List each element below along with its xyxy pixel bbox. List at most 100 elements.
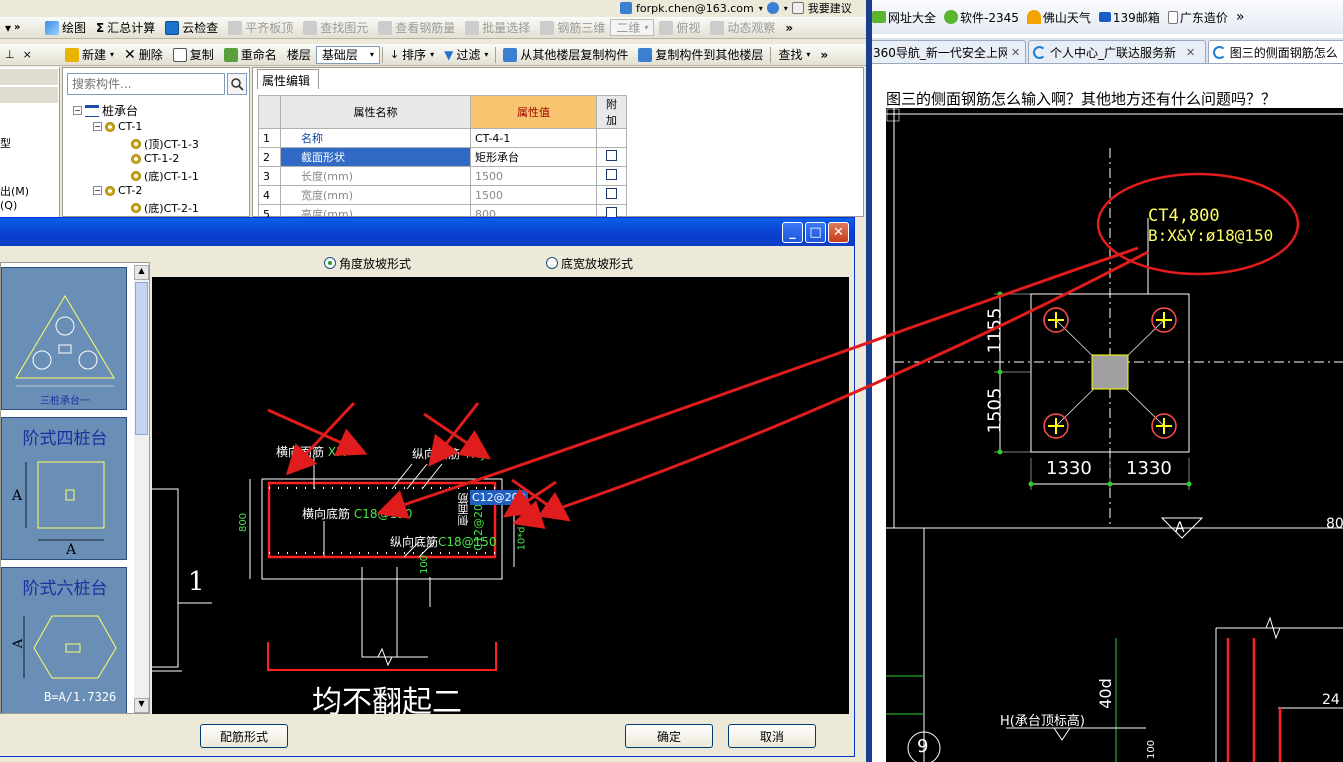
tab-360-nav[interactable]: 360导航_新一代安全上网 ✕ [868,40,1026,63]
collapse-icon[interactable]: − [73,106,82,115]
new-button[interactable]: 新建 ▾ [60,45,119,65]
property-header-row: 属性名称 属性值 附加 [258,95,627,129]
notice-icon[interactable] [766,2,779,14]
tab-question[interactable]: 图三的侧面钢筋怎么 [1208,40,1343,63]
close-tab-icon[interactable]: ✕ [1186,46,1195,59]
property-row[interactable]: 4 宽度(mm) 1500 [258,185,627,205]
property-panel: 属性编辑 属性名称 属性值 附加 1 名称 CT-4-1 2 截面形状 矩形承台 [252,67,864,224]
thumb-three-pile[interactable]: 三桩承台一 [1,267,127,410]
feedback-icon [791,2,804,14]
question-attachment-image[interactable]: CT4,800 B:X&Y:ø18@150 1155 1505 1330 133… [886,108,1343,762]
tree-node-ct1-2[interactable]: CT-1-2 [131,152,179,165]
search-button[interactable]: 查找 ▾ [773,45,815,65]
scroll-down-icon[interactable]: ▼ [134,698,149,713]
find-element-button[interactable]: 查找图元 [298,18,373,38]
tree-root[interactable]: − 桩承台 [73,102,138,119]
strip-item-m[interactable]: 出(M) [0,183,29,199]
orbit-icon [710,20,725,35]
tab-user-center[interactable]: 个人中心_广联达服务新 ✕ [1028,40,1206,63]
copy-button[interactable]: 复制 [168,45,219,65]
flush-top-button[interactable]: 平齐板顶 [223,18,298,38]
scroll-thumb[interactable] [135,282,148,435]
rebar-config-dialog: _ □ ✕ 角度放坡形式 底宽放坡形式 三桩承台一 阶式四桩台 A A 阶式六桩… [0,217,855,757]
new-icon [65,47,79,62]
strip-item-q[interactable]: (Q) [0,199,17,212]
dim-40d: 40d [1095,678,1115,709]
toolbar2-more[interactable]: » [815,45,833,65]
side-rebar-input[interactable]: C12@200 [470,490,528,505]
rebar-form-button[interactable]: 配筋形式 [200,724,288,748]
toolbar-overflow[interactable]: ▾ » [0,18,40,38]
property-value-width[interactable]: 1500 [470,185,597,205]
close-tab-icon[interactable]: ✕ [1011,46,1020,59]
collapse-icon[interactable]: − [93,186,102,195]
filter-button[interactable]: ▼ 过滤 ▾ [439,45,493,65]
feedback-link[interactable]: 我要建议 [808,0,852,16]
maximize-icon[interactable]: □ [805,222,826,243]
copy-from-floor-button[interactable]: 从其他楼层复制构件 [498,45,633,65]
fav-mail[interactable]: 139邮箱 [1095,9,1164,26]
fav-guangdong-cost[interactable]: 广东造价 [1164,9,1232,26]
floor-label: 楼层 [286,48,311,62]
summary-calc-button[interactable]: Σ 汇总计算 [91,18,160,38]
tree-node-ct1-3[interactable]: (顶)CT-1-3 [131,136,199,152]
rebar-section-preview[interactable]: 横向面筋 XM 纵向面筋 YMJ 横向底筋 C18@150 纵向底筋C18@15… [152,277,849,714]
view-rebar-button[interactable]: 查看钢筋量 [373,18,460,38]
ok-button[interactable]: 确定 [625,724,713,748]
rename-button[interactable]: 重命名 [219,45,282,65]
search-icon[interactable] [227,73,247,95]
pin-icon[interactable]: ⊥ [5,48,15,61]
radio-width[interactable]: 底宽放坡形式 [546,255,633,272]
tree-node-ct1-1[interactable]: (底)CT-1-1 [131,168,199,184]
find-icon [303,20,318,35]
extra-checkbox[interactable] [606,188,617,199]
fav-weather[interactable]: 佛山天气 [1023,9,1095,26]
cloud-check-button[interactable]: 云检查 [160,18,223,38]
thumb-six-pile[interactable]: 阶式六桩台 A B=A/1.7326 [1,567,127,713]
extra-checkbox[interactable] [606,169,617,180]
tree-node-ct2[interactable]: − CT-2 [93,184,142,197]
toolbar-more[interactable]: » [780,18,798,38]
copy-to-floor-button[interactable]: 复制构件到其他楼层 [633,45,768,65]
property-value-shape[interactable]: 矩形承台 [470,147,597,167]
radio-angle[interactable]: 角度放坡形式 [324,255,411,272]
floor-select[interactable]: 基础层 ▾ [315,45,380,64]
thumb-four-pile[interactable]: 阶式四桩台 A A [1,417,127,560]
view-2d-select[interactable]: 二维 ▾ [610,19,655,36]
tab-property-edit[interactable]: 属性编辑 [257,69,319,89]
extra-checkbox[interactable] [606,150,617,161]
user-email[interactable]: forpk.chen@163.com [636,2,754,15]
scroll-up-icon[interactable]: ▲ [134,265,149,280]
favorites-more[interactable]: » [1232,9,1249,25]
property-row[interactable]: 3 长度(mm) 1500 [258,166,627,186]
collapse-icon[interactable]: − [93,122,102,131]
rebar-3d-button[interactable]: 钢筋三维 [535,18,610,38]
batch-select-button[interactable]: 批量选择 [460,18,535,38]
property-row-selected[interactable]: 2 截面形状 矩形承台 [258,147,627,167]
minimize-icon[interactable]: _ [782,222,803,243]
dialog-titlebar[interactable]: _ □ ✕ [0,218,854,246]
browser-tabs: 360导航_新一代安全上网 ✕ 个人中心_广联达服务新 ✕ 图三的侧面钢筋怎么 [868,38,1343,64]
property-value-name[interactable]: CT-4-1 [470,128,597,148]
cancel-button[interactable]: 取消 [728,724,816,748]
tree-node-ct1[interactable]: − CT-1 [93,120,142,133]
component-search-input[interactable] [67,73,225,95]
label-side-value[interactable]: C12@200 [472,497,485,551]
property-value-length[interactable]: 1500 [470,166,597,186]
sort-button[interactable]: ↓ 排序 ▾ [385,45,439,65]
fav-site-nav[interactable]: 网址大全 [868,9,940,26]
formula-label: B=A/1.7326 [44,690,117,704]
thumbnail-scrollbar[interactable]: ▲ ▼ [134,265,149,713]
user-menu-icon[interactable]: ▾ [759,4,763,13]
fav-software[interactable]: 软件-2345 [940,9,1023,26]
dim-80: 80 [1326,516,1343,532]
orbit-button[interactable]: 动态观察 [705,18,780,38]
draw-button[interactable]: 绘图 [40,18,91,38]
strip-item-type[interactable]: 型 [0,135,11,151]
top-view-button[interactable]: 俯视 [654,18,705,38]
close-icon[interactable]: ✕ [828,222,849,243]
property-row[interactable]: 1 名称 CT-4-1 [258,128,627,148]
close-panel-icon[interactable]: × [23,48,32,61]
delete-button[interactable]: ✕ 删除 [119,45,168,65]
tree-node-ct2-1[interactable]: (底)CT-2-1 [131,200,199,216]
